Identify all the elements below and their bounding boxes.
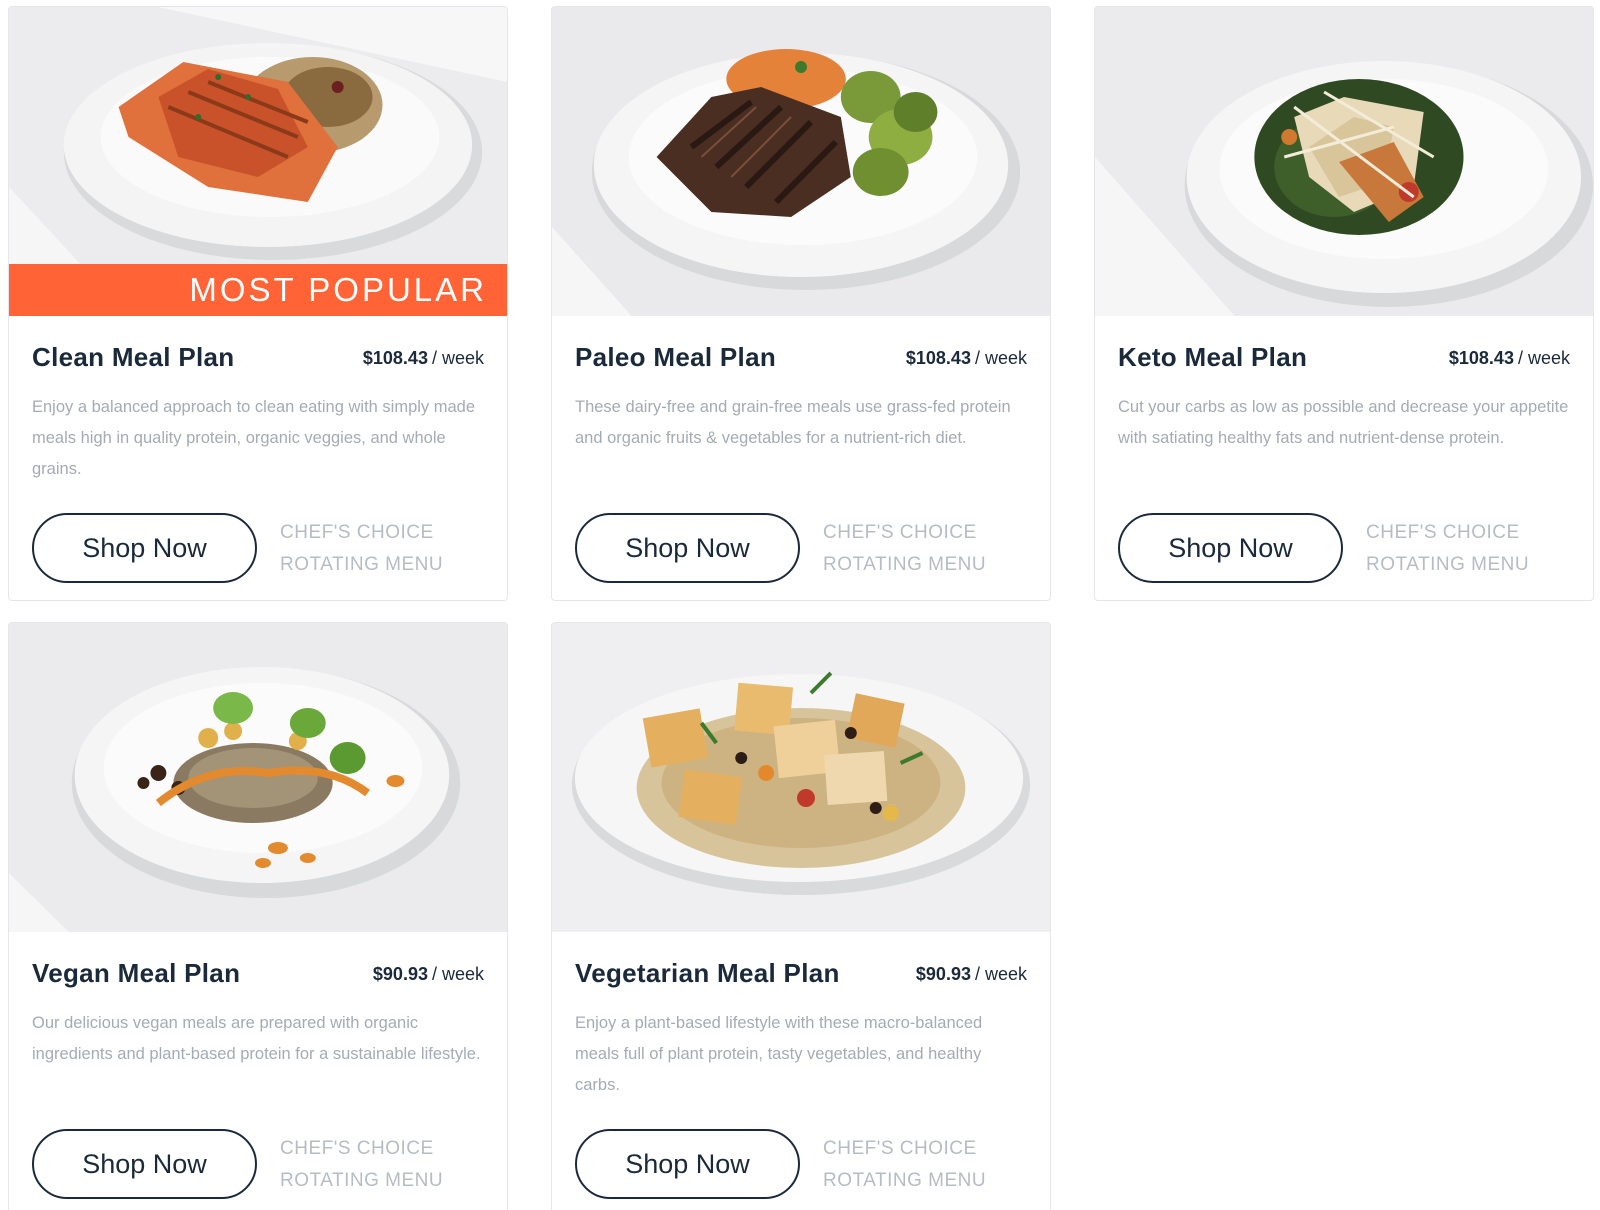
price-period: / week <box>431 348 484 368</box>
shop-now-button[interactable]: Shop Now <box>575 1129 800 1199</box>
plan-title: Paleo Meal Plan <box>575 342 777 372</box>
price-amount: $90.93 <box>372 964 428 984</box>
price-amount: $108.43 <box>362 348 428 368</box>
plan-price: $108.43/ week <box>1449 348 1570 369</box>
meal-plan-card-paleo: Paleo Meal Plan $108.43/ week These dair… <box>551 6 1051 601</box>
meal-photo-tofu[interactable] <box>552 623 1050 932</box>
price-amount: $108.43 <box>905 348 971 368</box>
plan-title: Keto Meal Plan <box>1118 342 1308 372</box>
price-period: / week <box>431 964 484 984</box>
meal-plan-card-keto: Keto Meal Plan $108.43/ week Cut your ca… <box>1094 6 1594 601</box>
shop-now-button[interactable]: Shop Now <box>32 513 257 583</box>
tofu-plate-image <box>552 623 1050 932</box>
plan-price: $90.93/ week <box>916 964 1027 985</box>
plan-description: Enjoy a balanced approach to clean eatin… <box>32 398 476 478</box>
meal-photo-vegan-bowl[interactable] <box>9 623 507 932</box>
rotating-menu-label: CHEF'S CHOICE ROTATING MENU <box>823 1133 986 1197</box>
tag-line-1: CHEF'S CHOICE <box>280 522 434 543</box>
shop-now-button[interactable]: Shop Now <box>32 1129 257 1199</box>
meal-plan-grid: MOST POPULAR Clean Meal Plan $108.43/ we… <box>8 6 1594 1210</box>
shop-now-button[interactable]: Shop Now <box>575 513 800 583</box>
meal-plan-card-clean: MOST POPULAR Clean Meal Plan $108.43/ we… <box>8 6 508 601</box>
tag-line-1: CHEF'S CHOICE <box>1366 522 1520 543</box>
plan-price: $108.43/ week <box>363 348 484 369</box>
card-body: Keto Meal Plan $108.43/ week Cut your ca… <box>1118 316 1570 600</box>
plan-description: Cut your carbs as low as possible and de… <box>1118 398 1569 447</box>
meal-photo-chicken[interactable] <box>1095 7 1593 316</box>
price-amount: $108.43 <box>1448 348 1514 368</box>
plan-price: $108.43/ week <box>906 348 1027 369</box>
card-body: Clean Meal Plan $108.43/ week Enjoy a ba… <box>32 316 484 600</box>
tag-line-1: CHEF'S CHOICE <box>823 1138 977 1159</box>
tag-line-2: ROTATING MENU <box>1366 554 1530 575</box>
price-period: / week <box>1517 348 1570 368</box>
most-popular-badge: MOST POPULAR <box>9 264 507 316</box>
plan-description: These dairy-free and grain-free meals us… <box>575 398 1011 447</box>
card-body: Vegetarian Meal Plan $90.93/ week Enjoy … <box>575 932 1027 1210</box>
vegan-plate-image <box>9 623 507 932</box>
meal-plan-card-vegan: Vegan Meal Plan $90.93/ week Our delicio… <box>8 622 508 1210</box>
rotating-menu-label: CHEF'S CHOICE ROTATING MENU <box>280 517 443 581</box>
tag-line-1: CHEF'S CHOICE <box>823 522 977 543</box>
steak-plate-image <box>552 7 1050 316</box>
price-amount: $90.93 <box>915 964 971 984</box>
tag-line-2: ROTATING MENU <box>823 1170 987 1191</box>
rotating-menu-label: CHEF'S CHOICE ROTATING MENU <box>280 1133 443 1197</box>
plan-price: $90.93/ week <box>373 964 484 985</box>
price-period: / week <box>974 348 1027 368</box>
plan-title: Vegan Meal Plan <box>32 958 241 988</box>
card-body: Vegan Meal Plan $90.93/ week Our delicio… <box>32 932 484 1210</box>
price-period: / week <box>974 964 1027 984</box>
meal-photo-salmon[interactable]: MOST POPULAR <box>9 7 507 316</box>
meal-plan-card-vegetarian: Vegetarian Meal Plan $90.93/ week Enjoy … <box>551 622 1051 1210</box>
tag-line-1: CHEF'S CHOICE <box>280 1138 434 1159</box>
tag-line-2: ROTATING MENU <box>823 554 987 575</box>
card-body: Paleo Meal Plan $108.43/ week These dair… <box>575 316 1027 600</box>
tag-line-2: ROTATING MENU <box>280 1170 444 1191</box>
shop-now-button[interactable]: Shop Now <box>1118 513 1343 583</box>
plan-description: Enjoy a plant-based lifestyle with these… <box>575 1014 983 1094</box>
plan-title: Clean Meal Plan <box>32 342 235 372</box>
rotating-menu-label: CHEF'S CHOICE ROTATING MENU <box>1366 517 1529 581</box>
meal-photo-steak[interactable] <box>552 7 1050 316</box>
plan-description: Our delicious vegan meals are prepared w… <box>32 1014 481 1063</box>
plan-title: Vegetarian Meal Plan <box>575 958 840 988</box>
rotating-menu-label: CHEF'S CHOICE ROTATING MENU <box>823 517 986 581</box>
chicken-plate-image <box>1095 7 1593 316</box>
tag-line-2: ROTATING MENU <box>280 554 444 575</box>
